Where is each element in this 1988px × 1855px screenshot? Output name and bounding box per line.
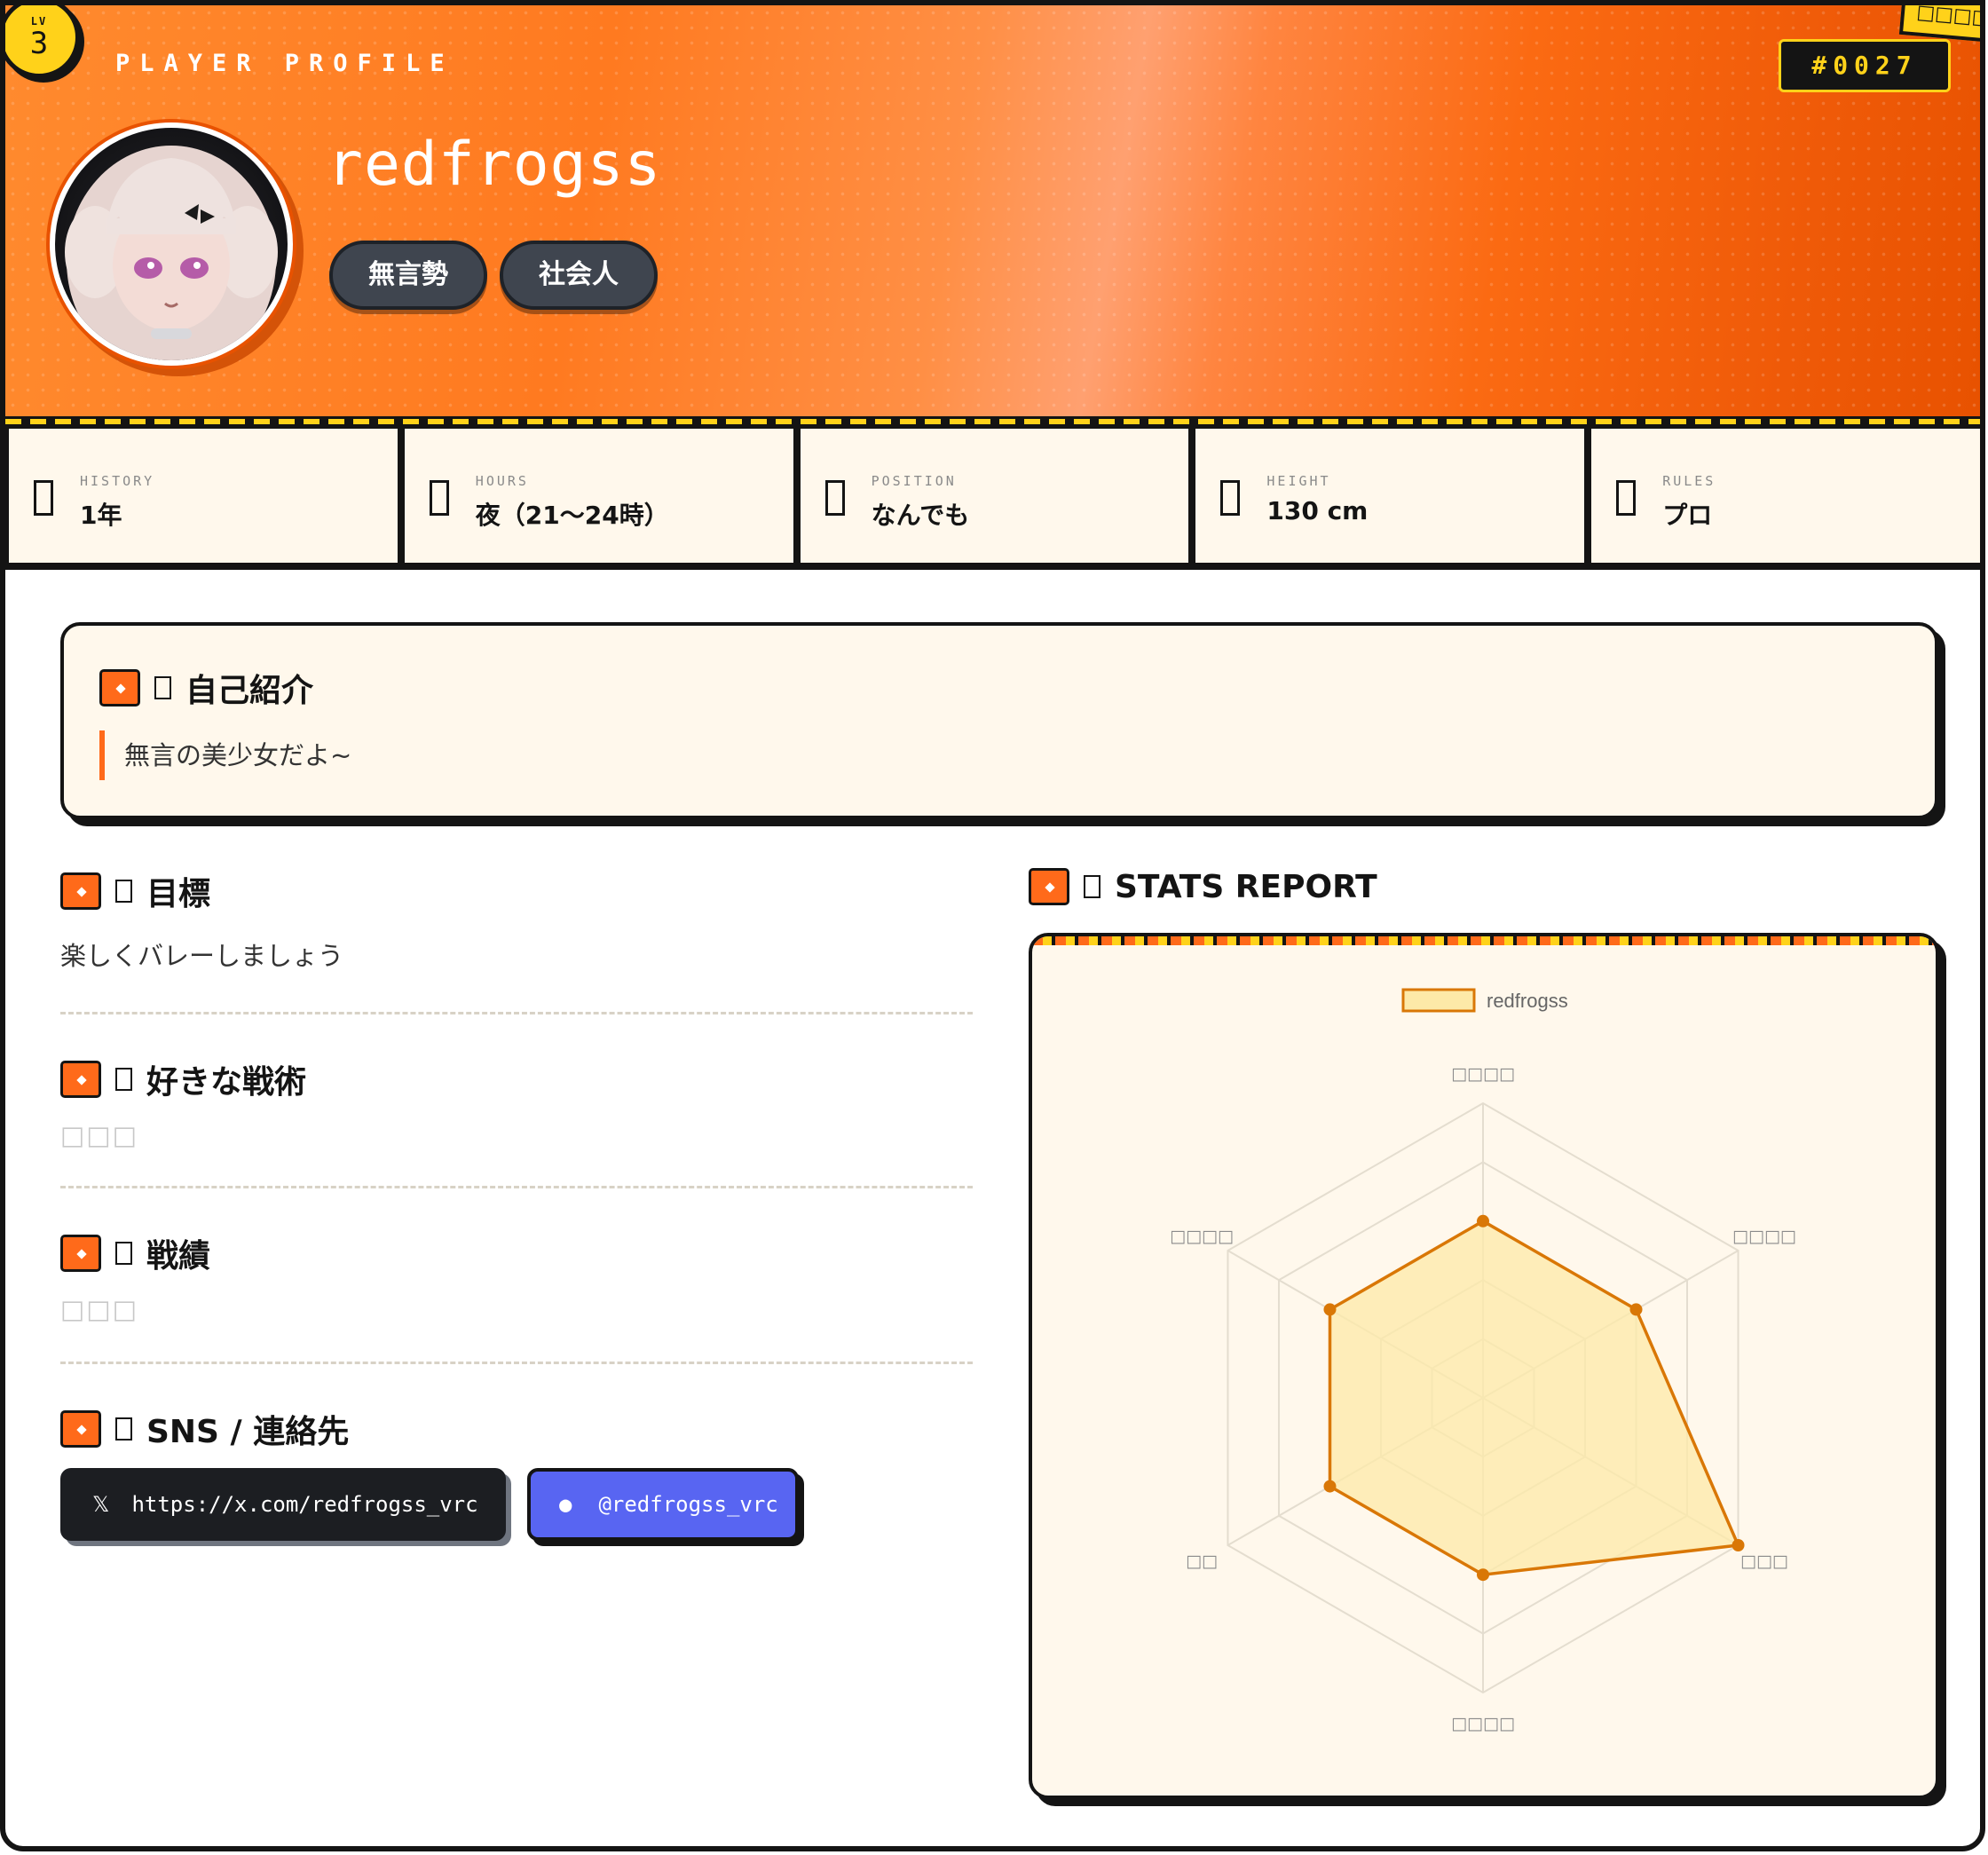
ruler-icon	[1220, 480, 1241, 516]
avatar[interactable]	[55, 128, 288, 360]
tag-chip[interactable]: 社会人	[500, 241, 658, 310]
section-divider	[60, 1186, 973, 1188]
stats-row: HISTORY 1年 HOURS 夜（21〜24時） POSITION なんでも…	[5, 424, 1980, 570]
intro-heading: 自己紹介	[99, 665, 313, 711]
stat-value: なんでも	[871, 501, 970, 530]
tactics-text: □□□	[60, 1120, 139, 1150]
stat-label: RULES	[1662, 473, 1716, 489]
history-icon	[34, 480, 53, 516]
goal-heading: 目標	[60, 868, 210, 914]
diamond-icon	[60, 1410, 101, 1448]
radar-data-point	[1477, 1568, 1489, 1582]
position-icon	[824, 480, 845, 516]
radar-data-point	[1323, 1303, 1337, 1316]
section-divider	[60, 1362, 973, 1364]
section-title: 好きな戦術	[146, 1064, 307, 1101]
tactics-heading: 好きな戦術	[60, 1056, 306, 1102]
player-profile-label: PLAYER PROFILE	[115, 50, 454, 77]
profile-card: LV 3 PLAYER PROFILE #0027 □□□□ redfrogss…	[0, 0, 1985, 1851]
diamond-icon	[60, 1235, 101, 1272]
tag-list: 無言勢 社会人	[329, 241, 658, 310]
rules-icon	[1616, 480, 1637, 516]
level-number: 3	[29, 26, 49, 61]
record-heading: 戦績	[60, 1230, 210, 1276]
legend-swatch	[1401, 988, 1476, 1013]
header-stripe-divider	[5, 416, 1980, 424]
stat-label: HOURS	[475, 473, 529, 489]
radar-data-point	[1477, 1214, 1489, 1227]
stat-history: HISTORY 1年	[9, 429, 398, 563]
stat-value: 夜（21〜24時）	[475, 501, 669, 530]
stat-value: 1年	[80, 501, 122, 530]
section-title: SNS / 連絡先	[146, 1414, 350, 1450]
stat-label: HISTORY	[80, 473, 155, 489]
profile-header: LV 3 PLAYER PROFILE #0027 □□□□ redfrogss…	[5, 5, 1980, 416]
stat-label: POSITION	[871, 473, 957, 489]
stat-label: HEIGHT	[1266, 473, 1331, 489]
stat-value: プロ	[1662, 501, 1713, 530]
section-divider	[60, 1012, 973, 1014]
section-title: 戦績	[146, 1238, 211, 1275]
radar-chart: □□□□□□□□□□□□□□□□□□□□□redfrogss	[1170, 988, 1796, 1733]
diamond-icon	[99, 669, 140, 706]
missing-glyph-icon	[115, 1417, 132, 1441]
panel-stripe	[1032, 936, 1936, 945]
missing-glyph-icon	[115, 1068, 132, 1091]
radar-axis-label: □□	[1186, 1551, 1218, 1571]
stat-rules: RULES プロ	[1591, 429, 1980, 563]
radar-data-point	[1629, 1303, 1643, 1316]
diamond-icon	[1029, 868, 1069, 905]
clock-icon	[429, 480, 449, 516]
diamond-icon	[60, 872, 101, 910]
legend-label: redfrogss	[1487, 990, 1568, 1012]
missing-glyph-icon	[154, 676, 171, 699]
x-logo-icon: 𝕏	[92, 1492, 110, 1517]
radar-data-point	[1732, 1539, 1745, 1551]
stat-value: 130 cm	[1266, 496, 1369, 525]
username: redfrogss	[327, 130, 662, 200]
x-link-text: https://x.com/redfrogss_vrc	[131, 1492, 478, 1517]
tag-chip[interactable]: 無言勢	[329, 241, 487, 310]
diamond-icon	[60, 1061, 101, 1098]
intro-section: 自己紹介 無言の美少女だよ~	[60, 622, 1938, 819]
stat-position: POSITION なんでも	[800, 429, 1189, 563]
discord-link-button[interactable]: ● @redfrogss_vrc	[527, 1468, 799, 1541]
section-title: STATS REPORT	[1115, 868, 1377, 905]
radar-axis-label: □□□□	[1451, 1064, 1515, 1084]
stat-hours: HOURS 夜（21〜24時）	[404, 429, 793, 563]
section-title: 自己紹介	[185, 673, 314, 709]
record-text: □□□	[60, 1294, 139, 1324]
discord-handle-text: @redfrogss_vrc	[598, 1492, 778, 1517]
stats-report-heading: STATS REPORT	[1029, 868, 1377, 905]
sns-heading: SNS / 連絡先	[60, 1406, 349, 1452]
stats-report-panel: □□□□ □□□□ □□□ □□□□ □□ □□□□ redfrogss	[1029, 933, 1939, 1799]
stat-height: HEIGHT 130 cm	[1195, 429, 1585, 563]
radar-axis-label: □□□□	[1732, 1227, 1796, 1246]
missing-glyph-icon	[1084, 875, 1100, 898]
intro-text: 無言の美少女だよ~	[99, 730, 351, 780]
missing-glyph-icon	[115, 1242, 132, 1265]
radar-axis-label: □□□□	[1451, 1714, 1515, 1733]
radar-axis-label: □□□	[1740, 1551, 1788, 1571]
discord-dot-icon: ●	[559, 1492, 572, 1517]
radar-axis-label: □□□□	[1170, 1227, 1234, 1246]
avatar-illustration	[65, 146, 278, 360]
missing-glyph-icon	[115, 880, 132, 903]
radar-data-point	[1323, 1480, 1337, 1493]
avatar-frame	[46, 119, 296, 369]
goal-text: 楽しくバレーしましょう	[60, 941, 344, 971]
x-link-button[interactable]: 𝕏 https://x.com/redfrogss_vrc	[60, 1468, 506, 1541]
player-id-badge: #0027	[1779, 39, 1951, 92]
section-title: 目標	[146, 876, 211, 912]
